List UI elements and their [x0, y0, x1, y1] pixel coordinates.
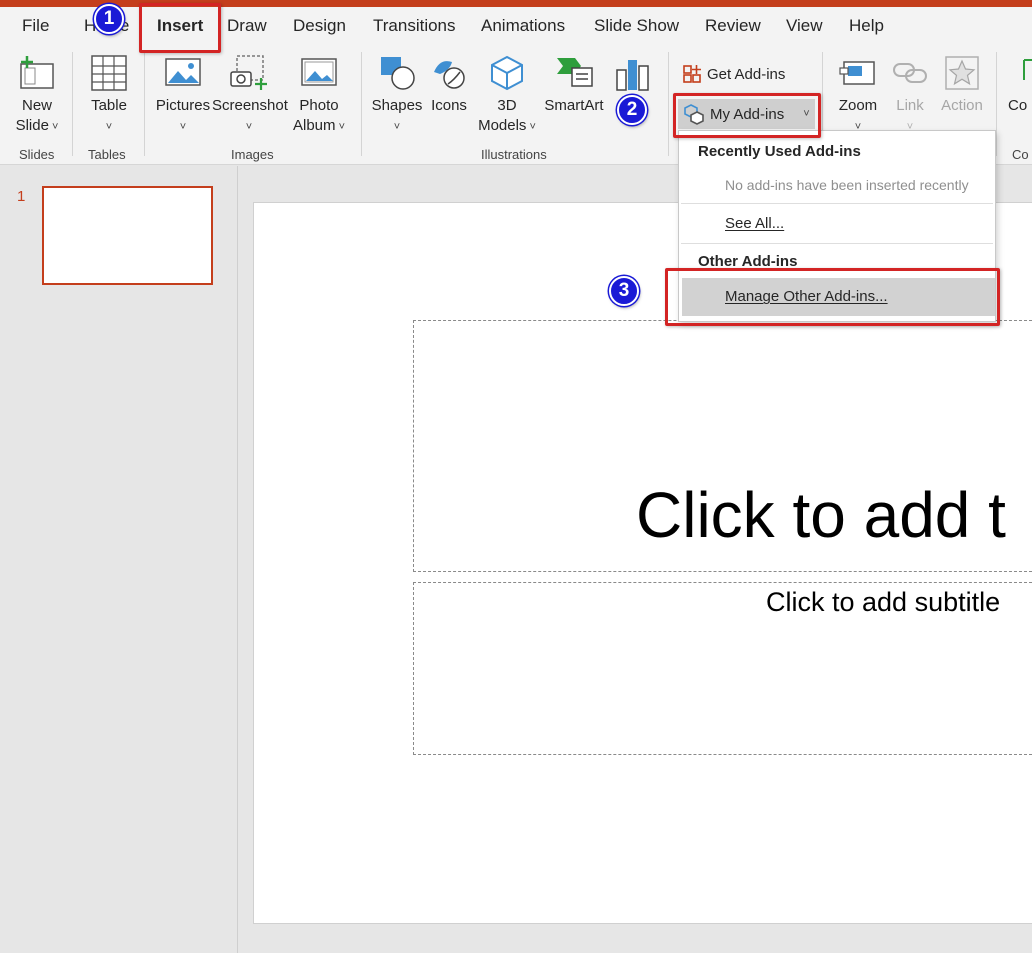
slide-number: 1 — [17, 188, 26, 205]
group-separator — [72, 52, 73, 156]
group-separator — [996, 52, 997, 156]
menu-divider — [681, 203, 993, 204]
step-badge-1: 1 — [94, 4, 124, 34]
tab-animations[interactable]: Animations — [481, 16, 565, 36]
chevron-down-icon: ˅ — [335, 121, 345, 133]
link-icon — [893, 63, 927, 83]
screenshot-button[interactable]: Screenshot ˅ — [212, 54, 288, 137]
menu-divider — [681, 243, 993, 244]
icons-label: Icons — [431, 97, 467, 114]
store-icon — [683, 65, 701, 83]
icons-button[interactable]: Icons — [428, 54, 470, 116]
smartart-label: SmartArt — [544, 97, 604, 114]
tab-help[interactable]: Help — [849, 16, 884, 36]
action-label: Action — [941, 97, 983, 114]
step-badge-3: 3 — [609, 276, 639, 306]
icons-gallery-icon — [434, 61, 465, 89]
photo-album-icon — [301, 58, 337, 86]
table-icon — [91, 55, 127, 91]
photo-album-label-1: Photo — [299, 97, 339, 114]
table-label: Table — [91, 97, 127, 114]
screenshot-icon — [230, 55, 267, 90]
chart-icon — [616, 60, 649, 91]
comment-label-partial: Co — [1008, 97, 1028, 114]
zoom-icon — [839, 61, 875, 85]
group-label-slides: Slides — [19, 147, 55, 162]
recently-used-header: Recently Used Add-ins — [698, 143, 861, 160]
photo-album-button[interactable]: Photo Album ˅ — [288, 54, 350, 137]
action-button[interactable]: Action — [936, 54, 988, 116]
tab-file[interactable]: File — [22, 16, 49, 36]
group-separator — [668, 52, 669, 156]
link-button[interactable]: Link ˅ — [890, 54, 930, 137]
star-icon — [945, 56, 979, 90]
pictures-button[interactable]: Pictures ˅ — [154, 54, 212, 137]
tab-design[interactable]: Design — [293, 16, 346, 36]
tab-draw[interactable]: Draw — [227, 16, 267, 36]
tab-transitions[interactable]: Transitions — [373, 16, 456, 36]
new-slide-label-1: New — [21, 97, 52, 114]
comment-icon — [1023, 59, 1032, 80]
chevron-down-icon: ˅ — [48, 121, 59, 133]
shapes-icon — [381, 57, 415, 90]
pictures-label: Pictures — [155, 97, 211, 114]
tab-view[interactable]: View — [786, 16, 823, 36]
cube-icon — [491, 55, 523, 91]
smartart-icon — [557, 58, 593, 87]
photo-album-label-2: Album — [292, 117, 336, 134]
tab-slide-show[interactable]: Slide Show — [594, 16, 679, 36]
shapes-label: Shapes — [371, 97, 423, 114]
get-addins-label: Get Add-ins — [707, 65, 786, 83]
chevron-down-icon: ˅ — [526, 121, 536, 133]
manage-addins-highlight — [665, 268, 1000, 326]
insert-tab-highlight — [139, 3, 221, 53]
see-all-item[interactable]: See All... — [725, 215, 784, 232]
zoom-button[interactable]: Zoom ˅ — [832, 54, 884, 137]
group-label-images: Images — [231, 147, 274, 162]
my-addins-highlight — [673, 93, 821, 138]
comment-button[interactable]: Co — [1008, 54, 1032, 116]
group-label-illustrations: Illustrations — [481, 147, 547, 162]
subtitle-placeholder[interactable] — [413, 582, 1032, 755]
new-slide-button[interactable]: New Slide ˅ — [8, 54, 66, 137]
3d-models-button[interactable]: 3D Models ˅ — [474, 54, 540, 137]
new-slide-icon — [20, 56, 54, 89]
shapes-button[interactable]: Shapes ˅ — [370, 54, 424, 137]
chevron-down-icon: ˅ — [245, 121, 253, 133]
pictures-icon — [165, 58, 201, 86]
title-placeholder[interactable] — [413, 320, 1032, 572]
zoom-label: Zoom — [838, 97, 878, 114]
3d-models-label-2: Models — [478, 117, 527, 134]
tab-review[interactable]: Review — [705, 16, 761, 36]
3d-models-label-1: 3D — [497, 97, 517, 114]
group-separator — [144, 52, 145, 156]
no-recent-addins-text: No add-ins have been inserted recently — [725, 177, 969, 193]
group-label-tables: Tables — [88, 147, 126, 162]
group-separator — [361, 52, 362, 156]
smartart-button[interactable]: SmartArt — [543, 54, 605, 116]
new-slide-label-2: Slide — [15, 117, 49, 134]
slide-thumbnail[interactable] — [42, 186, 213, 285]
table-button[interactable]: Table ˅ — [84, 54, 134, 137]
chevron-down-icon: ˅ — [105, 121, 113, 133]
group-label-comments: Co — [1012, 147, 1029, 162]
step-badge-2: 2 — [617, 95, 647, 125]
chevron-down-icon: ˅ — [179, 121, 187, 133]
screenshot-label: Screenshot — [212, 97, 288, 114]
chevron-down-icon: ˅ — [393, 121, 401, 133]
link-label: Link — [896, 97, 924, 114]
get-addins-button[interactable]: Get Add-ins — [682, 62, 785, 86]
